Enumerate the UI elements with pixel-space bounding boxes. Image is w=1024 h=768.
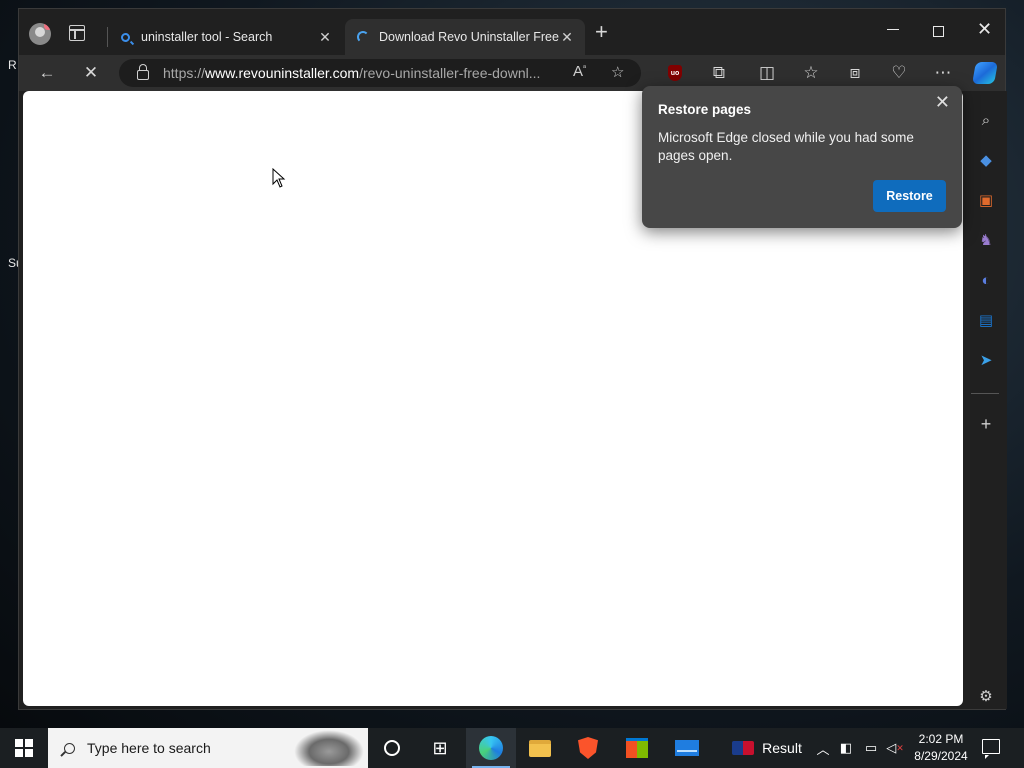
system-clock[interactable]: 2:02 PM 8/29/2024 [906,731,976,765]
outlook-icon[interactable]: ▤ [977,311,995,329]
lock-icon[interactable] [137,64,149,80]
taskbar: Type here to search ⊞ Result ︿ ◧ ▭ ◁ ✕ 2:… [0,728,1024,768]
new-tab-icon[interactable]: + [595,21,608,43]
tab-bar: uninstaller tool - Search ✕ Download Rev… [19,9,1005,55]
edge-sidebar: ⌕ ◆ ▣ ♞ ◐ ▤ ➤ + ⚙ [965,91,1007,709]
notification-dot-icon [44,23,51,30]
profile-avatar[interactable] [29,23,51,45]
desktop-icon-label: R [8,58,17,72]
tools-briefcase-icon[interactable]: ▣ [977,191,995,209]
cortana-circle-icon [384,740,400,756]
meet-now-icon[interactable]: ◧ [836,728,856,768]
taskbar-mail[interactable] [662,728,712,768]
mouse-cursor-icon [272,168,286,188]
taskbar-search[interactable]: Type here to search [48,728,368,768]
start-button[interactable] [0,728,48,768]
shopping-tag-icon[interactable]: ◆ [977,151,995,169]
drop-send-icon[interactable]: ➤ [977,351,995,369]
mail-envelope-icon [675,740,699,756]
tab-revo-download[interactable]: Download Revo Uninstaller Freew ✕ [345,19,585,55]
close-tab-icon[interactable]: ✕ [559,29,575,46]
action-center-icon[interactable] [982,739,1000,759]
stop-loading-icon[interactable]: ✕ [75,55,107,91]
edge-browser-icon [479,736,503,760]
tab-actions-icon[interactable] [69,25,85,41]
store-bag-icon [626,738,648,758]
search-placeholder: Type here to search [87,740,211,756]
minimize-icon[interactable] [887,29,899,30]
show-hidden-icons-chevron-icon[interactable]: ︿ [814,728,832,768]
read-aloud-icon[interactable]: Aᵃ [573,63,586,80]
search-icon[interactable]: ⌕ [977,111,995,129]
loading-spinner-icon [355,29,371,45]
task-view-icon: ⊞ [432,737,448,758]
close-window-icon[interactable]: ✕ [977,19,992,40]
url-path: /revo-uninstaller-free-downl... [359,65,541,81]
mlb-logo-icon [732,741,755,755]
cortana-button[interactable] [372,728,412,768]
microsoft-365-icon[interactable]: ◐ [977,271,995,289]
search-icon [117,29,133,45]
maximize-icon[interactable] [933,26,944,37]
taskbar-file-explorer[interactable] [516,728,564,768]
url-host: www.revouninstaller.com [205,65,360,81]
taskbar-brave[interactable] [564,728,612,768]
brave-lion-icon [578,737,598,759]
restore-pages-dialog: Restore pages Microsoft Edge closed whil… [642,86,962,228]
tab-search[interactable]: uninstaller tool - Search ✕ [107,19,343,55]
games-icon[interactable]: ♞ [977,231,995,249]
tab-separator [107,27,108,47]
close-dialog-icon[interactable]: ✕ [935,92,950,113]
volume-muted-icon[interactable]: ◁ ✕ [884,728,906,768]
taskbar-store[interactable] [612,728,662,768]
clock-date: 8/29/2024 [914,749,968,763]
task-view-button[interactable]: ⊞ [420,728,460,768]
news-widget[interactable]: Result [724,728,810,768]
url-scheme: https:// [163,65,206,81]
add-plus-icon[interactable]: + [977,414,995,434]
dialog-title: Restore pages [658,102,752,117]
favorite-star-icon[interactable]: ☆ [611,63,624,81]
network-icon[interactable]: ▭ [860,728,882,768]
dialog-message: Microsoft Edge closed while you had some… [658,130,914,163]
windows-logo-icon [15,739,33,757]
taskbar-edge[interactable] [466,728,516,768]
folder-icon [529,739,551,757]
copilot-icon[interactable] [969,55,1001,91]
search-highlight-image [294,730,364,766]
address-bar[interactable]: https://www.revouninstaller.com/revo-uni… [119,59,641,87]
sidebar-divider [971,393,999,394]
settings-gear-icon[interactable]: ⚙ [977,687,995,705]
tab-title: Download Revo Uninstaller Freew [379,30,559,44]
clock-time: 2:02 PM [918,732,964,746]
back-arrow-icon[interactable]: ← [31,55,63,91]
url-text[interactable]: https://www.revouninstaller.com/revo-uni… [163,65,555,81]
close-tab-icon[interactable]: ✕ [317,29,333,46]
restore-button[interactable]: Restore [873,180,946,212]
widget-label: Result [762,740,802,756]
search-icon [64,742,75,754]
tab-title: uninstaller tool - Search [141,30,273,44]
